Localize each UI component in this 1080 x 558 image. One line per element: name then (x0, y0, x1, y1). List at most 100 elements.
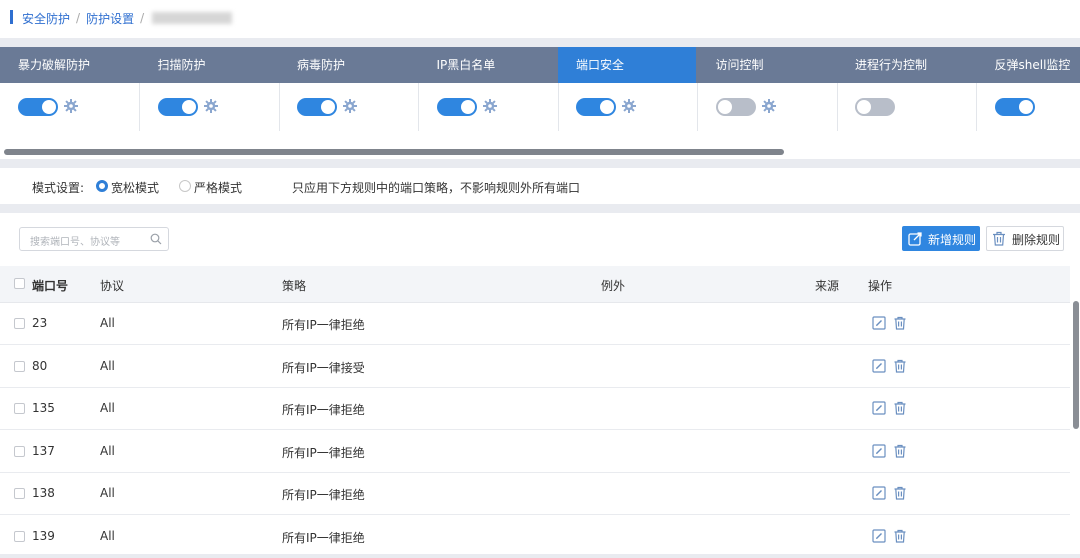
edit-icon[interactable] (872, 444, 886, 458)
trash-icon[interactable] (893, 444, 907, 458)
cell-port: 138 (32, 486, 55, 500)
breadcrumb-item-settings[interactable]: 防护设置 (86, 10, 134, 27)
tab-toggle-cell (0, 83, 140, 131)
gear-icon[interactable] (342, 98, 358, 114)
add-rule-button[interactable]: 新增规则 (902, 226, 980, 251)
row-checkbox[interactable] (14, 488, 25, 499)
tab-3[interactable]: IP黑白名单 (419, 47, 557, 83)
row-checkbox[interactable] (14, 318, 25, 329)
cell-policy: 所有IP一律拒绝 (282, 316, 365, 333)
breadcrumb-separator: / (76, 11, 80, 25)
tab-toggle-cell (279, 83, 419, 131)
radio-loose-label[interactable]: 宽松模式 (111, 179, 159, 196)
cell-policy: 所有IP一律接受 (282, 359, 365, 376)
radio-strict-mode[interactable] (179, 180, 191, 192)
delete-rule-button[interactable]: 删除规则 (986, 226, 1064, 251)
tab-toggle-cell (419, 83, 559, 131)
top-bar: 安全防护 / 防护设置 / (0, 0, 1080, 38)
trash-icon[interactable] (893, 529, 907, 543)
enable-toggle[interactable] (995, 98, 1035, 116)
edit-icon[interactable] (872, 401, 886, 415)
header-exception: 例外 (601, 277, 625, 294)
row-checkbox[interactable] (14, 446, 25, 457)
row-checkbox[interactable] (14, 531, 25, 542)
cell-protocol: All (100, 316, 115, 330)
header-source: 来源 (815, 277, 839, 294)
gear-icon[interactable] (203, 98, 219, 114)
vertical-scrollbar[interactable] (1073, 301, 1079, 429)
table-row[interactable]: 23 All 所有IP一律拒绝 (0, 302, 1070, 345)
enable-toggle[interactable] (297, 98, 337, 116)
cell-port: 137 (32, 444, 55, 458)
gear-icon[interactable] (482, 98, 498, 114)
rules-panel: 搜索端口号、协议等 新增规则 删除规则 端口号 协议 策略 例外 来源 操作 2… (0, 213, 1080, 554)
table-header: 端口号 协议 策略 例外 来源 操作 (0, 266, 1070, 303)
tab-6[interactable]: 进程行为控制 (837, 47, 975, 83)
breadcrumb-item-security[interactable]: 安全防护 (22, 10, 70, 27)
tab-2[interactable]: 病毒防护 (279, 47, 417, 83)
enable-toggle[interactable] (18, 98, 58, 116)
row-checkbox[interactable] (14, 361, 25, 372)
gear-icon[interactable] (761, 98, 777, 114)
cell-protocol: All (100, 444, 115, 458)
header-port[interactable]: 端口号 (32, 277, 68, 294)
header-protocol: 协议 (100, 277, 124, 294)
table-row[interactable]: 80All所有IP一律接受 (0, 345, 1070, 388)
tab-5[interactable]: 访问控制 (698, 47, 836, 83)
breadcrumb-separator: / (140, 11, 144, 25)
enable-toggle[interactable] (716, 98, 756, 116)
header-policy: 策略 (282, 277, 306, 294)
edit-icon[interactable] (872, 359, 886, 373)
trash-icon[interactable] (893, 359, 907, 373)
search-placeholder: 搜索端口号、协议等 (30, 233, 120, 248)
cell-port: 80 (32, 359, 47, 373)
cell-policy: 所有IP一律拒绝 (282, 444, 365, 461)
toggle-row (0, 83, 1080, 131)
tab-toggle-cell (558, 83, 698, 131)
search-input[interactable]: 搜索端口号、协议等 (19, 227, 169, 251)
select-all-checkbox[interactable] (14, 278, 25, 289)
cell-protocol: All (100, 486, 115, 500)
tab-7[interactable]: 反弹shell监控 (977, 47, 1080, 83)
cell-policy: 所有IP一律拒绝 (282, 486, 365, 503)
radio-loose-mode[interactable] (96, 180, 108, 192)
trash-icon[interactable] (893, 486, 907, 500)
trash-icon (992, 231, 1006, 246)
tab-1[interactable]: 扫描防护 (140, 47, 278, 83)
mode-panel: 模式设置: 宽松模式 严格模式 只应用下方规则中的端口策略，不影响规则外所有端口 (0, 168, 1080, 204)
add-edit-icon (908, 231, 923, 246)
enable-toggle[interactable] (855, 98, 895, 116)
row-checkbox[interactable] (14, 403, 25, 414)
tab-4[interactable]: 端口安全 (558, 47, 696, 83)
cell-port: 23 (32, 316, 47, 330)
table-row[interactable]: 138 All 所有IP一律拒绝 (0, 472, 1070, 515)
table-row[interactable]: 135All所有IP一律拒绝 (0, 387, 1070, 430)
breadcrumb-item-blurred (152, 12, 232, 24)
gear-icon[interactable] (621, 98, 637, 114)
tab-toggle-cell (977, 83, 1080, 131)
table-row[interactable]: 137 All 所有IP一律拒绝 (0, 430, 1070, 473)
enable-toggle[interactable] (158, 98, 198, 116)
tab-0[interactable]: 暴力破解防护 (0, 47, 138, 83)
tab-toggle-cell (140, 83, 280, 131)
tab-toggle-cell (837, 83, 977, 131)
enable-toggle[interactable] (437, 98, 477, 116)
radio-strict-label[interactable]: 严格模式 (194, 179, 242, 196)
trash-icon[interactable] (893, 316, 907, 330)
search-icon (150, 233, 162, 245)
cell-protocol: All (100, 401, 115, 415)
gear-icon[interactable] (63, 98, 79, 114)
edit-icon[interactable] (872, 529, 886, 543)
horizontal-scrollbar[interactable] (4, 149, 784, 155)
table-row[interactable]: 139All所有IP一律拒绝 (0, 515, 1070, 558)
edit-icon[interactable] (872, 316, 886, 330)
cell-policy: 所有IP一律拒绝 (282, 401, 365, 418)
trash-icon[interactable] (893, 401, 907, 415)
enable-toggle[interactable] (576, 98, 616, 116)
tab-toggle-cell (698, 83, 838, 131)
delete-rule-label: 删除规则 (1012, 231, 1060, 248)
cell-port: 139 (32, 529, 55, 543)
protection-tabs-panel: 暴力破解防护扫描防护病毒防护IP黑白名单端口安全访问控制进程行为控制反弹shel… (0, 47, 1080, 159)
edit-icon[interactable] (872, 486, 886, 500)
cell-protocol: All (100, 529, 115, 543)
